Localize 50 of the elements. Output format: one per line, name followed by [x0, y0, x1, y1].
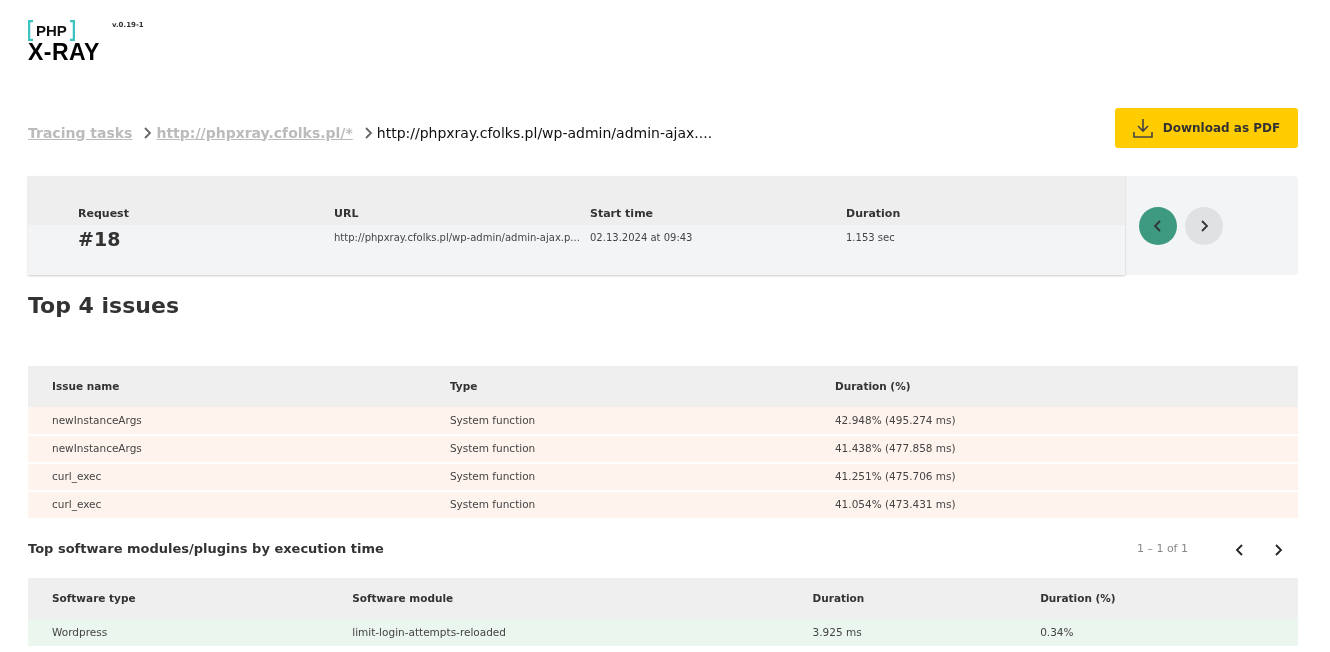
previous-button[interactable] [1139, 206, 1177, 245]
table-cell: newInstanceArgs [28, 435, 426, 463]
logo-title: X-RAY [28, 41, 100, 64]
chevron-icon [1152, 218, 1164, 233]
table-cell: 42.948% (495.274 ms) [810, 407, 1298, 435]
section-title: Top software modules/plugins by execution time [28, 540, 384, 559]
table-cell: System function [425, 435, 811, 463]
table-cell: Wordpress [28, 619, 329, 647]
table-cell: limit-login-attempts-reloaded [328, 619, 789, 647]
table-cell: curl_exec [28, 463, 426, 491]
field-value: 1.153 sec [846, 231, 896, 245]
column-header: Software module [328, 578, 789, 619]
table-cell: System function [425, 463, 811, 491]
download-button[interactable]: Download as PDF [1115, 108, 1298, 148]
table-cell: 41.438% (477.858 ms) [810, 435, 1298, 463]
pagination-label: 1 – 1 of 1 [1136, 540, 1188, 557]
bracket-icon [68, 20, 75, 41]
breadcrumb-link[interactable]: Tracing tasks [28, 122, 133, 144]
table-cell: 41.251% (475.706 ms) [810, 463, 1298, 491]
field-label: Request [78, 205, 130, 222]
column-header: Duration (%) [1016, 578, 1298, 619]
bracket-icon [28, 20, 34, 41]
chevron-icon [1198, 218, 1210, 233]
chevron-icon [142, 126, 153, 140]
field-label: Start time [590, 205, 655, 222]
field-label: URL [334, 205, 360, 222]
table-cell: 0.34% [1016, 619, 1298, 647]
field-value: http://phpxray.cfolks.pl/wp-admin/admin-ajax.p... [334, 231, 581, 245]
table-cell: newInstanceArgs [28, 407, 426, 435]
breadcrumb-link[interactable]: http://phpxray.cfolks.pl/* [156, 122, 353, 144]
table-cell: System function [425, 407, 811, 435]
column-header: Issue name [28, 366, 426, 407]
column-header: Software type [28, 578, 329, 619]
column-header: Duration (%) [810, 366, 1298, 407]
chevron-icon [1234, 542, 1246, 557]
chevron-icon [1272, 542, 1284, 557]
field-value: 02.13.2024 at 09:43 [590, 231, 694, 245]
table-cell: System function [425, 491, 811, 519]
table-cell: curl_exec [28, 491, 426, 519]
request-number: #18 [78, 227, 122, 252]
logo-text: PHP [35, 23, 68, 38]
chevron-icon [362, 126, 373, 140]
table-cell: 41.054% (473.431 ms) [810, 491, 1298, 519]
column-header: Duration [788, 578, 1017, 619]
column-header: Type [425, 366, 811, 407]
section-title: Top 4 issues [28, 292, 180, 320]
breadcrumb-current: http://phpxray.cfolks.pl/wp-admin/admin-ajax.... [376, 123, 713, 143]
download-icon [1132, 118, 1153, 138]
table-cell: 3.925 ms [788, 619, 1017, 647]
field-label: Duration [846, 205, 902, 222]
